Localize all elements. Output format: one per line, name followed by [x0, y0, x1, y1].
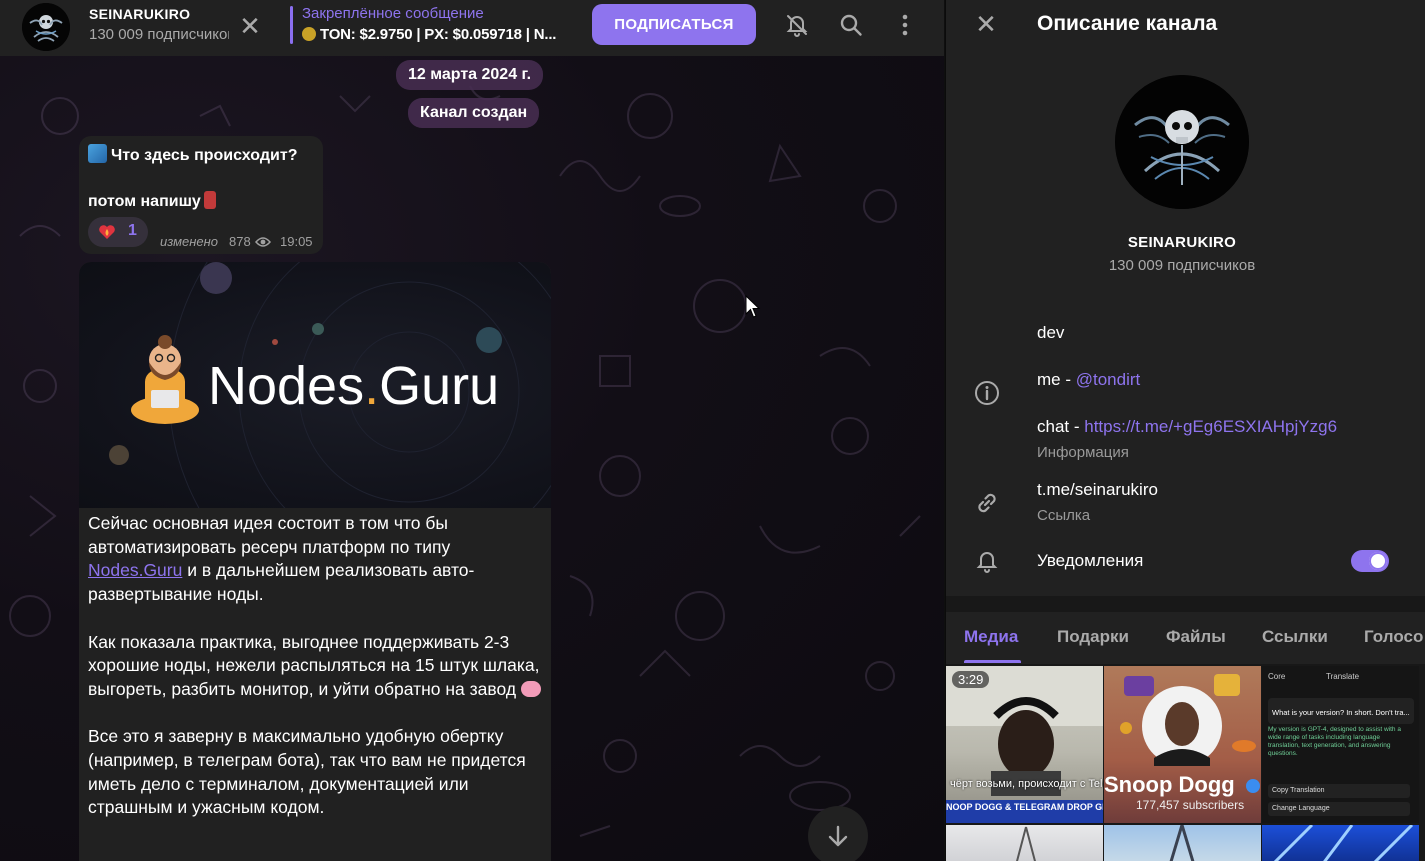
telegram-window: SEINARUKIRO 130 009 подписчиков ✕ Закреп… — [0, 0, 1425, 861]
reaction-count: 1 — [128, 222, 137, 239]
mute-bell-icon[interactable] — [782, 10, 812, 40]
info-line: dev — [1037, 323, 1065, 342]
message-heading: Что здесь происходит? — [88, 144, 297, 165]
link-preview-image[interactable]: Nodes.Guru — [79, 262, 551, 508]
info-icon — [975, 381, 999, 405]
pinned-label[interactable]: Закреплённое сообщение — [302, 5, 484, 22]
link-icon — [978, 493, 996, 513]
tab-links[interactable]: Ссылки — [1262, 627, 1328, 647]
active-tab-indicator — [964, 660, 1021, 663]
eye-icon — [255, 237, 271, 247]
shot-button: Copy Translation — [1272, 787, 1325, 794]
media-item[interactable]: Snoop Dogg 177,457 subscribers — [1104, 666, 1261, 823]
media-item[interactable] — [1104, 825, 1261, 861]
channel-info-panel: ✕ Описание канала SEINARUKIRO 130 009 по… — [945, 0, 1425, 861]
mouse-cursor-icon — [745, 295, 761, 318]
message-text: потом напишу — [88, 191, 216, 211]
info-line: chat - https://t.me/+gEg6ESXIAHpjYzg6 — [1037, 417, 1338, 436]
info-line: me - @tondirt — [1037, 370, 1141, 389]
shot-tab: Core — [1268, 672, 1286, 681]
nodes-guru-banner: Nodes.Guru — [109, 262, 551, 508]
snoop-subs: 177,457 subscribers — [1136, 798, 1245, 812]
media-grid: 3:29 чёрт возьми, происходит с Telegra N… — [946, 666, 1425, 861]
author-mention-link[interactable]: @tondirt — [1076, 370, 1141, 389]
date-pill: 12 марта 2024 г. — [396, 60, 544, 90]
reaction-chip[interactable]: 1 — [88, 217, 148, 247]
media-tabs: Медиа Подарки Файлы Ссылки Голосо — [946, 612, 1425, 664]
channel-avatar-large[interactable] — [1115, 75, 1249, 209]
message-time: 19:05 — [280, 234, 313, 249]
eiffel-thumbnail — [1016, 826, 1036, 861]
scroll-down-button[interactable] — [808, 806, 868, 861]
panel-channel-name: SEINARUKIRO — [1127, 234, 1237, 251]
brain-emoji-icon — [520, 680, 541, 697]
close-icon[interactable]: ✕ — [236, 12, 264, 40]
bell-icon — [976, 552, 998, 573]
shot-answer: My version is GPT-4, designed to assist … — [1268, 726, 1401, 757]
chat-header: SEINARUKIRO 130 009 подписчиков ✕ Закреп… — [0, 0, 944, 56]
channel-avatar[interactable] — [22, 3, 70, 51]
notifications-label: Уведомления — [1037, 551, 1144, 570]
media-item[interactable]: 3:29 чёрт возьми, происходит с Telegra N… — [946, 666, 1103, 823]
blue-square-emoji-icon — [88, 144, 107, 163]
guru-mascot-icon — [131, 335, 199, 424]
info-label: Информация — [1037, 444, 1129, 461]
message-text: Сейчас основная идея состоит в том что б… — [88, 512, 548, 844]
tab-voice[interactable]: Голосо — [1364, 627, 1423, 647]
close-panel-icon[interactable]: ✕ — [972, 10, 1000, 38]
notifications-toggle[interactable] — [1351, 550, 1389, 572]
video-thumbnail — [946, 666, 1103, 823]
snoop-name: Snoop Dogg — [1104, 772, 1235, 797]
channel-subscribers: 130 009 подписчиков — [89, 26, 229, 43]
media-item[interactable]: Core Translate What is your version? In … — [1262, 666, 1419, 823]
panel-title: Описание канала — [1037, 12, 1218, 35]
message-paragraph: Как показала практика, выгоднее поддержи… — [88, 631, 541, 699]
message-bubble[interactable]: Nodes.Guru Сейчас основная идея состоит … — [79, 262, 551, 861]
fire-heart-icon — [99, 225, 115, 239]
tab-media[interactable]: Медиа — [964, 627, 1018, 647]
chat-area: SEINARUKIRO 130 009 подписчиков ✕ Закреп… — [0, 0, 944, 861]
battery-low-emoji-icon — [203, 191, 216, 209]
media-item[interactable] — [946, 825, 1103, 861]
ton-coin-icon — [302, 27, 316, 41]
link-label: Ссылка — [1037, 507, 1091, 524]
shot-button: Change Language — [1272, 805, 1330, 812]
tab-files[interactable]: Файлы — [1166, 627, 1226, 647]
service-message: Канал создан — [408, 98, 540, 128]
brand-wordmark: Nodes.Guru — [208, 356, 499, 416]
pinned-message-text[interactable]: TON: $2.9750 | PX: $0.059718 | N... — [302, 26, 574, 43]
search-icon[interactable] — [836, 10, 866, 40]
shot-question: What is your version? In short. Don't tr… — [1272, 708, 1410, 717]
video-banner: NOOP DOGG & TELEGRAM DROP GIFTS — [946, 802, 1103, 812]
tab-gifts[interactable]: Подарки — [1057, 627, 1129, 647]
message-paragraph: Сейчас основная идея состоит в том что б… — [88, 513, 475, 605]
media-item[interactable] — [1262, 825, 1419, 861]
channel-title[interactable]: SEINARUKIRO — [89, 6, 190, 22]
panel-subscribers: 130 009 подписчиков — [1108, 257, 1256, 274]
tower-thumbnail — [1169, 825, 1195, 861]
chat-invite-link[interactable]: https://t.me/+gEg6ESXIAHpjYzg6 — [1084, 417, 1337, 436]
stage-thumbnail — [1273, 825, 1414, 861]
video-duration: 3:29 — [952, 671, 990, 688]
channel-info-section: ✕ Описание канала SEINARUKIRO 130 009 по… — [946, 0, 1425, 596]
shot-tab: Translate — [1326, 672, 1360, 681]
video-caption: чёрт возьми, происходит с Telegra — [950, 778, 1103, 790]
channel-link[interactable]: t.me/seinarukiro — [1037, 480, 1158, 500]
pinned-indicator — [290, 6, 293, 44]
more-vertical-icon[interactable] — [890, 10, 920, 40]
nodes-guru-link[interactable]: Nodes.Guru — [88, 560, 182, 580]
subscribe-button[interactable]: ПОДПИСАТЬСЯ — [592, 4, 756, 45]
edited-label: изменено — [160, 234, 219, 249]
toggle-knob — [1369, 552, 1387, 570]
views-count: 878 — [229, 234, 251, 249]
message-bubble[interactable]: Что здесь происходит? потом напишу 1 изм… — [79, 136, 323, 254]
arrow-down-icon — [828, 825, 848, 847]
message-paragraph: Все это я заверну в максимально удобную … — [88, 726, 526, 818]
